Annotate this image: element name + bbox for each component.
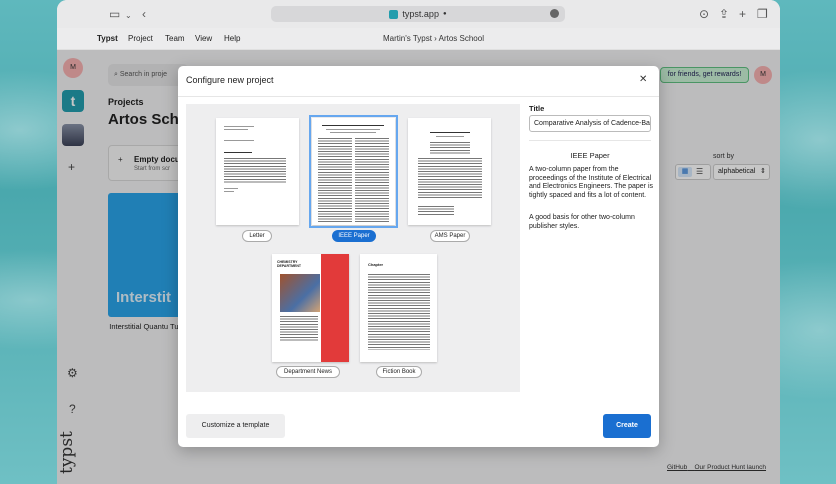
download-icon[interactable]: ⊙	[699, 7, 709, 21]
template-gallery: Letter IEEE Paper AMS Paper CHEMISTRY DE…	[186, 104, 520, 392]
create-button[interactable]: Create	[603, 414, 651, 438]
cover-photo	[280, 274, 320, 312]
url-bar[interactable]: typst.app ●	[271, 6, 565, 22]
menu-typst[interactable]: Typst	[97, 34, 118, 43]
template-ams-thumbnail[interactable]	[408, 118, 491, 225]
app-menubar: Typst Project Team View Help Martin's Ty…	[57, 28, 780, 50]
url-text: typst.app	[402, 9, 439, 19]
template-letter-thumbnail[interactable]	[216, 118, 299, 225]
dialog-title: Configure new project	[186, 75, 274, 85]
template-department-news-label[interactable]: Department News	[276, 366, 340, 378]
template-description: A two-column paper from the proceedings …	[529, 166, 653, 199]
lock-icon: ●	[442, 11, 447, 17]
title-input[interactable]: Comparative Analysis of Cadence-Ba	[529, 115, 651, 132]
template-ieee-label[interactable]: IEEE Paper	[332, 230, 376, 242]
share-icon[interactable]: ⇪	[719, 7, 729, 21]
menu-project[interactable]: Project	[128, 34, 153, 43]
customize-template-button[interactable]: Customize a template	[186, 414, 285, 438]
configure-project-dialog: Configure new project ✕ Letter IEEE Pape…	[178, 66, 659, 447]
browser-toolbar: ▭ ⌄ ‹ typst.app ● ⊙ ⇪ + ❐	[57, 0, 780, 28]
template-fiction-book-label[interactable]: Fiction Book	[376, 366, 422, 378]
template-ams-label[interactable]: AMS Paper	[430, 230, 470, 242]
template-department-news-thumbnail[interactable]: CHEMISTRY DEPARTMENT	[272, 254, 349, 362]
back-icon[interactable]: ‹	[142, 7, 146, 21]
template-ieee-thumbnail[interactable]	[309, 115, 398, 228]
menu-help[interactable]: Help	[224, 34, 240, 43]
breadcrumb: Martin's Typst › Artos School	[383, 34, 484, 43]
close-icon[interactable]: ✕	[639, 74, 647, 85]
tabs-overview-icon[interactable]: ❐	[757, 7, 768, 21]
menu-view[interactable]: View	[195, 34, 212, 43]
template-fiction-book-thumbnail[interactable]: Chapter	[360, 254, 437, 362]
chevron-down-icon[interactable]: ⌄	[125, 9, 132, 23]
fiction-chapter-heading: Chapter	[368, 262, 384, 267]
title-label: Title	[529, 104, 545, 113]
sidebar-toggle-icon[interactable]: ▭	[109, 7, 120, 21]
favicon-icon	[389, 9, 399, 19]
menu-team[interactable]: Team	[165, 34, 185, 43]
red-sidebar	[321, 254, 349, 362]
template-description-title: IEEE Paper	[570, 151, 610, 160]
reload-icon[interactable]	[550, 9, 559, 18]
dept-cover-heading: CHEMISTRY DEPARTMENT	[277, 260, 302, 268]
new-tab-icon[interactable]: +	[739, 7, 746, 21]
template-description-note: A good basis for other two-column publis…	[529, 214, 635, 230]
divider	[178, 96, 659, 97]
panel-divider	[529, 140, 651, 141]
template-letter-label[interactable]: Letter	[242, 230, 272, 242]
